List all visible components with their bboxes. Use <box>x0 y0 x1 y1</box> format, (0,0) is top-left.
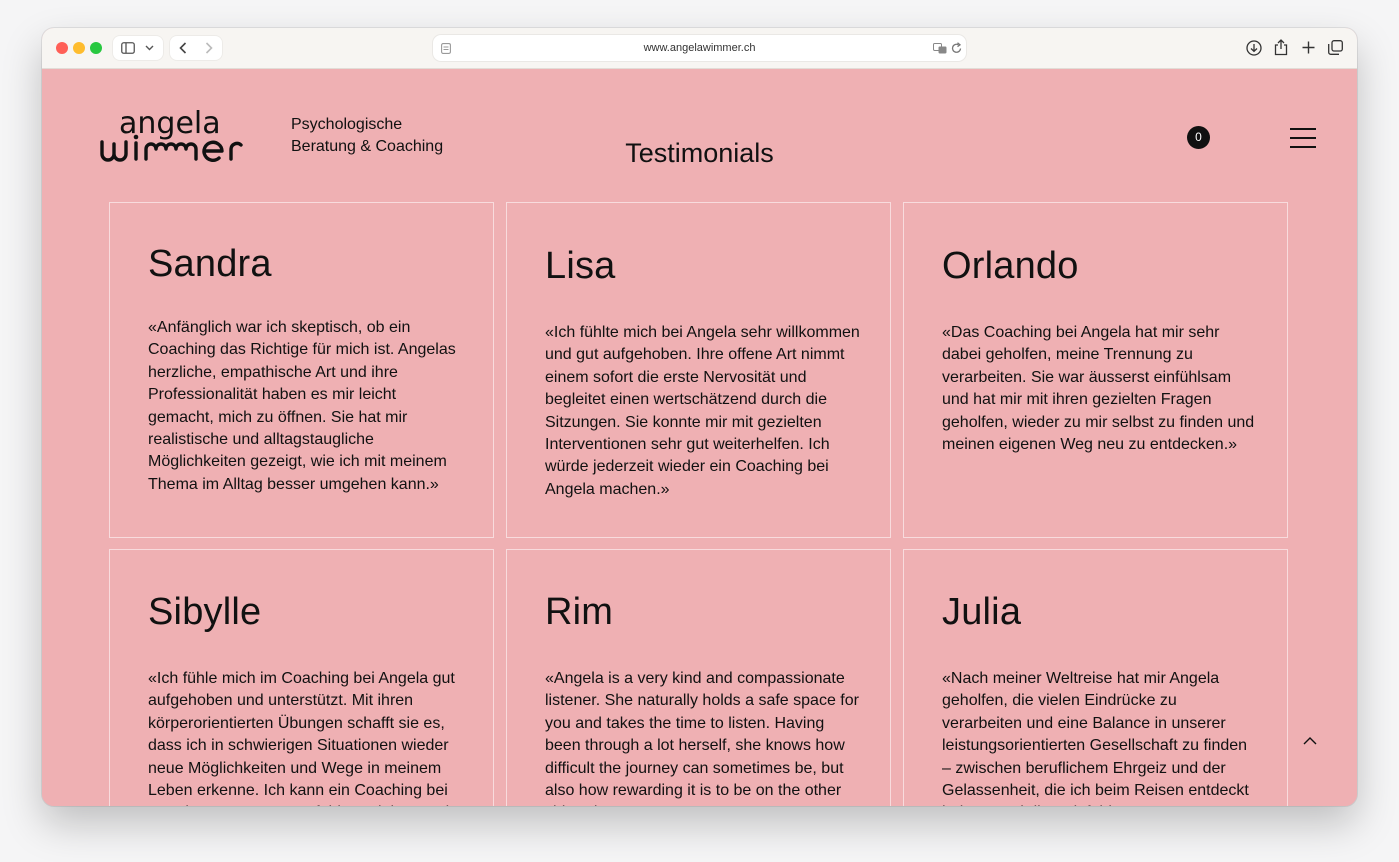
testimonial-card: Julia «Nach meiner Weltreise hat mir Ang… <box>903 549 1288 806</box>
chevron-down-icon <box>145 45 154 51</box>
testimonial-quote: «Das Coaching bei Angela hat mir sehr da… <box>942 324 1255 454</box>
close-window-button[interactable] <box>56 42 68 54</box>
testimonial-name: Sibylle <box>148 591 262 633</box>
testimonial-quote: «Anfänglich war ich skeptisch, ob ein Co… <box>148 319 456 493</box>
testimonial-name: Rim <box>545 591 614 633</box>
testimonial-quote: «Ich fühle mich im Coaching bei Angela g… <box>148 670 455 806</box>
browser-window: www.angelawimmer.ch angela Psychologisch… <box>42 28 1357 806</box>
minimize-window-button[interactable] <box>73 42 85 54</box>
testimonial-name: Julia <box>942 591 1022 633</box>
scroll-to-top-icon[interactable] <box>1301 734 1319 748</box>
tagline-line1: Psychologische <box>291 116 403 133</box>
hamburger-line <box>1290 137 1316 139</box>
zoom-window-button[interactable] <box>90 42 102 54</box>
url-text: www.angelawimmer.ch <box>643 42 756 54</box>
translate-icon[interactable] <box>933 43 947 54</box>
new-tab-icon[interactable] <box>1302 41 1315 54</box>
share-icon[interactable] <box>1274 39 1288 56</box>
testimonial-card: Lisa «Ich fühlte mich bei Angela sehr wi… <box>506 202 891 538</box>
testimonial-card: Sandra «Anfänglich war ich skeptisch, ob… <box>109 202 494 538</box>
reload-icon[interactable] <box>951 42 962 54</box>
tabs-overview-icon[interactable] <box>1328 40 1343 55</box>
sidebar-icon <box>121 42 135 54</box>
sidebar-toggle-button[interactable] <box>113 36 163 60</box>
testimonial-quote: «Nach meiner Weltreise hat mir Angela ge… <box>942 670 1249 806</box>
hamburger-line <box>1290 146 1316 148</box>
address-bar[interactable]: www.angelawimmer.ch <box>433 35 966 61</box>
testimonial-quote: «Angela is a very kind and compassionate… <box>545 670 859 806</box>
page-title: Testimonials <box>625 138 774 168</box>
testimonial-name: Orlando <box>942 245 1079 287</box>
testimonial-card: Sibylle «Ich fühle mich im Coaching bei … <box>109 549 494 806</box>
download-icon[interactable] <box>1246 40 1262 56</box>
hamburger-line <box>1290 128 1316 130</box>
back-icon[interactable] <box>179 42 187 54</box>
testimonial-name: Lisa <box>545 245 616 287</box>
page-content: angela Psychologische Beratung & Coachin… <box>42 69 1357 806</box>
browser-toolbar: www.angelawimmer.ch <box>42 28 1357 69</box>
forward-icon[interactable] <box>205 42 213 54</box>
testimonial-quote: «Ich fühlte mich bei Angela sehr willkom… <box>545 324 860 498</box>
menu-button[interactable] <box>1290 128 1316 148</box>
history-nav <box>170 36 222 60</box>
testimonial-card: Rim «Angela is a very kind and compassio… <box>506 549 891 806</box>
testimonial-name: Sandra <box>148 243 272 285</box>
testimonial-card: Orlando «Das Coaching bei Angela hat mir… <box>903 202 1288 538</box>
cart-button[interactable]: 0 <box>1187 126 1210 149</box>
